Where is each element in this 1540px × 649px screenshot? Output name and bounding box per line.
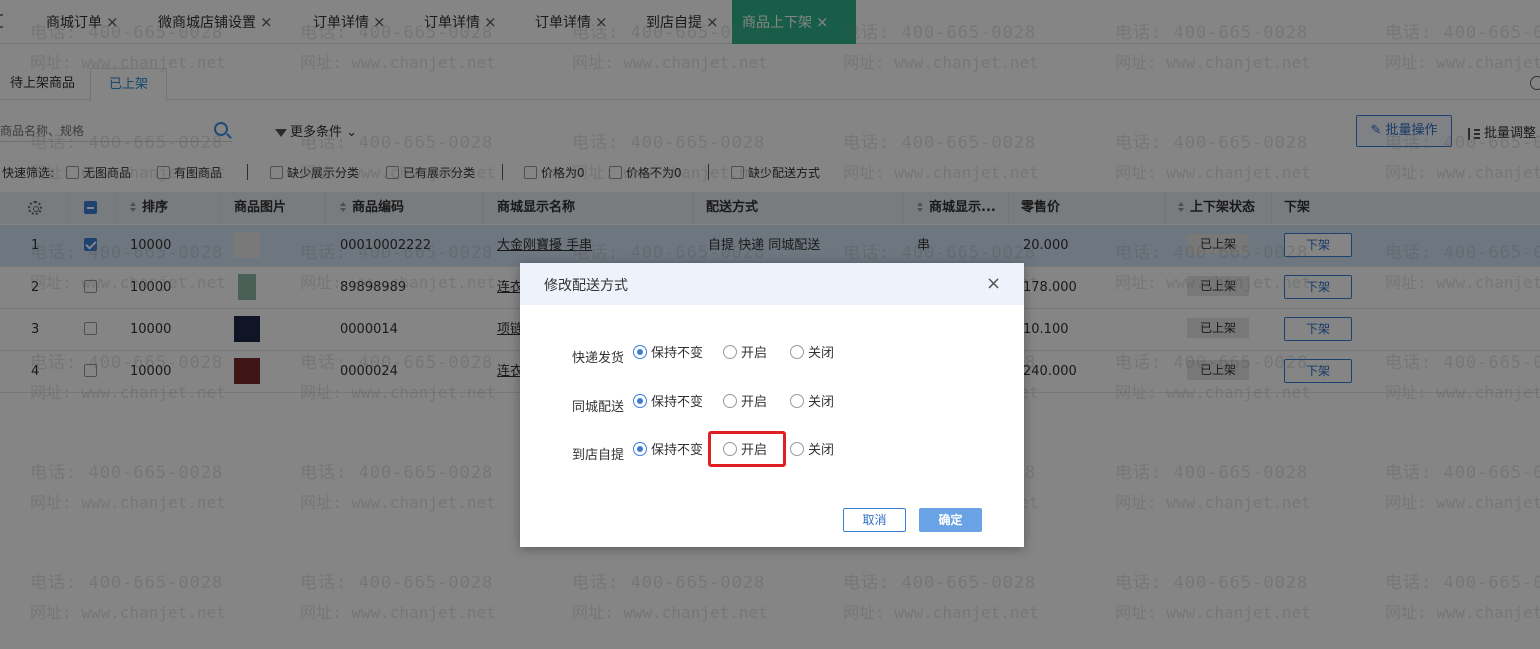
- confirm-button[interactable]: 确定: [919, 508, 982, 532]
- dialog-header: 修改配送方式 ×: [520, 263, 1024, 305]
- highlight-annotation: [708, 431, 786, 467]
- radio-disable[interactable]: 关闭: [790, 442, 834, 460]
- radio-button[interactable]: [723, 345, 737, 359]
- radio-keep[interactable]: 保持不变: [633, 442, 703, 460]
- radio-enable[interactable]: 开启: [723, 345, 767, 363]
- dialog-title: 修改配送方式: [544, 278, 628, 294]
- radio-disable[interactable]: 关闭: [790, 394, 834, 412]
- radio-disable[interactable]: 关闭: [790, 345, 834, 363]
- cancel-button[interactable]: 取消: [843, 508, 906, 532]
- radio-button[interactable]: [633, 442, 647, 456]
- radio-enable[interactable]: 开启: [723, 394, 767, 412]
- radio-button[interactable]: [790, 394, 804, 408]
- option-row-same-city: 同城配送 保持不变 开启 关闭: [572, 394, 992, 415]
- radio-keep[interactable]: 保持不变: [633, 394, 703, 412]
- radio-button[interactable]: [790, 345, 804, 359]
- close-icon[interactable]: ×: [986, 275, 1001, 293]
- radio-keep[interactable]: 保持不变: [633, 345, 703, 363]
- option-row-express: 快递发货 保持不变 开启 关闭: [572, 345, 992, 366]
- radio-button[interactable]: [790, 442, 804, 456]
- radio-button[interactable]: [633, 345, 647, 359]
- edit-delivery-dialog: 修改配送方式 × 快递发货 保持不变 开启 关闭 同城配送 保持不变 开启 关闭…: [520, 263, 1024, 547]
- option-label: 同城配送: [572, 400, 625, 415]
- option-label: 到店自提: [572, 448, 625, 463]
- radio-button[interactable]: [723, 394, 737, 408]
- radio-button[interactable]: [633, 394, 647, 408]
- option-label: 快递发货: [572, 351, 625, 366]
